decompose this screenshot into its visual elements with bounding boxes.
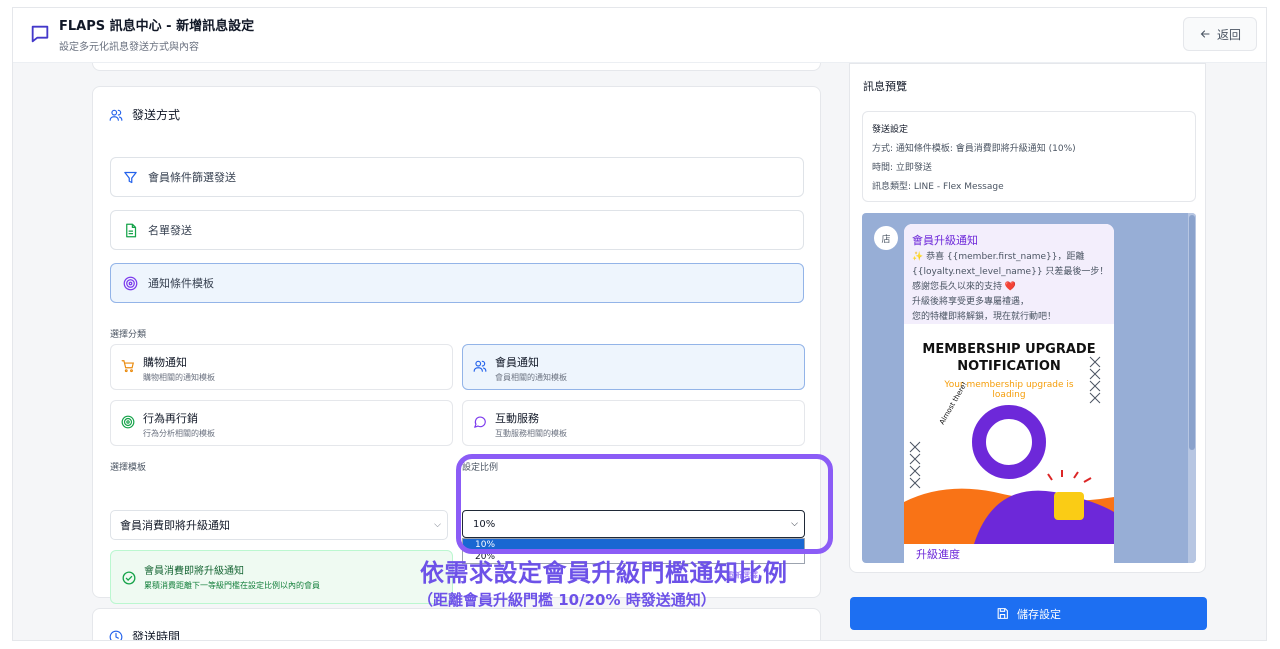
poster-title-line2: NOTIFICATION xyxy=(957,359,1061,374)
option-label: 名單發送 xyxy=(148,224,192,237)
bubble-line: 升級後將享受更多專屬禮遇， xyxy=(912,297,1030,307)
previous-card xyxy=(92,63,821,71)
template-label: 選擇模板 xyxy=(110,463,147,473)
users-icon xyxy=(473,360,487,372)
line-chat-preview: 店 會員升級通知 ✨ 恭喜 {{member.first_name}}，距離 {… xyxy=(862,213,1196,563)
settings-line: 方式: 通知條件模板: 會員消費即將升級通知 (10%) xyxy=(872,144,1076,154)
poster-title-line1: MEMBERSHIP UPGRADE xyxy=(922,342,1096,357)
preview-title: 訊息預覽 xyxy=(863,80,907,93)
save-button-label: 儲存設定 xyxy=(1017,607,1061,621)
bubble-line: ✨ 恭喜 {{member.first_name}}，距離 xyxy=(912,252,1085,262)
target-icon xyxy=(123,276,138,290)
clock-icon xyxy=(109,630,123,640)
target-icon xyxy=(121,415,135,429)
bubble-title: 會員升級通知 xyxy=(912,234,978,247)
settings-line: 時間: 立即發送 xyxy=(872,163,932,173)
document-icon xyxy=(126,223,137,237)
page-title: FLAPS 訊息中心 - 新增訊息設定 xyxy=(59,19,255,34)
option-notification-template[interactable]: 通知條件模板 xyxy=(110,263,804,303)
category-desc: 購物相關的通知模板 xyxy=(143,373,215,382)
chat-icon xyxy=(474,416,486,428)
ratio-highlight-frame xyxy=(456,454,833,554)
chevron-down-icon: ⌵ xyxy=(434,520,441,530)
filter-icon xyxy=(124,171,137,183)
page-subtitle: 設定多元化訊息發送方式與內容 xyxy=(59,42,199,53)
template-selected: 會員消費即將升級通知 xyxy=(120,519,230,532)
users-icon xyxy=(109,109,123,121)
settings-header: 發送設定 xyxy=(872,125,909,135)
category-remarketing[interactable]: 行為再行銷 行為分析相關的模板 xyxy=(110,400,453,446)
annotation-caption-main: 依需求設定會員升級門檻通知比例 xyxy=(420,559,788,587)
bubble-line: 您的特權即將解鎖，現在就行動吧！ xyxy=(912,312,1057,322)
category-title: 會員通知 xyxy=(495,356,539,369)
preview-card: 訊息預覽 發送設定 方式: 通知條件模板: 會員消費即將升級通知 (10%) 時… xyxy=(849,63,1206,573)
upgrade-poster-image: MEMBERSHIP UPGRADE NOTIFICATION Your mem… xyxy=(904,332,1114,544)
flex-message-bubble: 會員升級通知 ✨ 恭喜 {{member.first_name}}，距離 {{l… xyxy=(904,224,1114,563)
send-method-header: 發送方式 xyxy=(109,106,180,123)
notice-title: 會員消費即將升級通知 xyxy=(144,566,244,577)
category-title: 行為再行銷 xyxy=(143,412,198,425)
category-shopping[interactable]: 購物通知 購物相關的通知模板 xyxy=(110,344,453,390)
send-method-title: 發送方式 xyxy=(132,108,181,122)
app-header: FLAPS 訊息中心 - 新增訊息設定 設定多元化訊息發送方式與內容 返回 xyxy=(13,8,1266,63)
send-time-header: 發送時間 xyxy=(109,628,181,641)
notice-desc: 累積消費距離下一等級門檻在設定比例以內的會員 xyxy=(144,581,320,590)
save-icon xyxy=(997,608,1008,619)
app-frame: FLAPS 訊息中心 - 新增訊息設定 設定多元化訊息發送方式與內容 返回 發送… xyxy=(12,7,1267,641)
poster-subtitle-line2: loading xyxy=(992,390,1026,400)
back-button[interactable]: 返回 xyxy=(1183,17,1257,51)
check-circle-icon xyxy=(122,571,136,585)
send-time-title: 發送時間 xyxy=(132,630,181,641)
avatar: 店 xyxy=(874,226,898,250)
message-icon xyxy=(31,25,49,43)
back-button-label: 返回 xyxy=(1216,27,1241,42)
category-desc: 會員相關的通知模板 xyxy=(495,373,567,382)
upgrade-progress-label: 升級進度 xyxy=(916,548,960,561)
bubble-line: 感謝您長久以來的支持 ❤️ xyxy=(912,282,1017,292)
save-settings-button[interactable]: 儲存設定 xyxy=(850,597,1207,630)
option-label: 通知條件模板 xyxy=(148,277,214,290)
poster-subtitle-line1: Your membership upgrade is xyxy=(944,380,1074,390)
cart-icon xyxy=(121,360,134,373)
template-select[interactable]: 會員消費即將升級通知 ⌵ xyxy=(110,510,448,540)
send-settings-summary: 發送設定 方式: 通知條件模板: 會員消費即將升級通知 (10%) 時間: 立即… xyxy=(862,111,1196,202)
category-member[interactable]: 會員通知 會員相關的通知模板 xyxy=(462,344,805,390)
send-time-card: 發送時間 xyxy=(92,608,821,641)
category-title: 互動服務 xyxy=(495,412,539,425)
settings-line: 訊息類型: LINE - Flex Message xyxy=(872,182,1004,192)
preview-panel: 訊息預覽 發送設定 方式: 通知條件模板: 會員消費即將升級通知 (10%) 時… xyxy=(833,63,1266,640)
chat-scrollbar[interactable] xyxy=(1188,213,1196,563)
bubble-line: {{loyalty.next_level_name}} 只差最後一步！ xyxy=(912,267,1109,277)
chat-scroll-thumb[interactable] xyxy=(1189,215,1195,450)
bubble-header: 會員升級通知 ✨ 恭喜 {{member.first_name}}，距離 {{l… xyxy=(904,224,1114,324)
option-member-filter[interactable]: 會員條件篩選發送 xyxy=(110,157,804,197)
option-label: 會員條件篩選發送 xyxy=(148,171,236,184)
category-title: 購物通知 xyxy=(143,356,187,369)
option-list-send[interactable]: 名單發送 xyxy=(110,210,804,250)
category-desc: 行為分析相關的模板 xyxy=(143,429,215,438)
arrow-left-icon xyxy=(1200,30,1210,38)
category-interactive[interactable]: 互動服務 互動服務相關的模板 xyxy=(462,400,805,446)
template-selected-notice: 會員消費即將升級通知 累積消費距離下一等級門檻在設定比例以內的會員 xyxy=(110,550,453,604)
category-desc: 互動服務相關的模板 xyxy=(495,429,567,438)
category-label: 選擇分類 xyxy=(110,330,147,340)
annotation-caption-sub: （距離會員升級門檻 10/20% 時發送通知） xyxy=(418,591,716,609)
